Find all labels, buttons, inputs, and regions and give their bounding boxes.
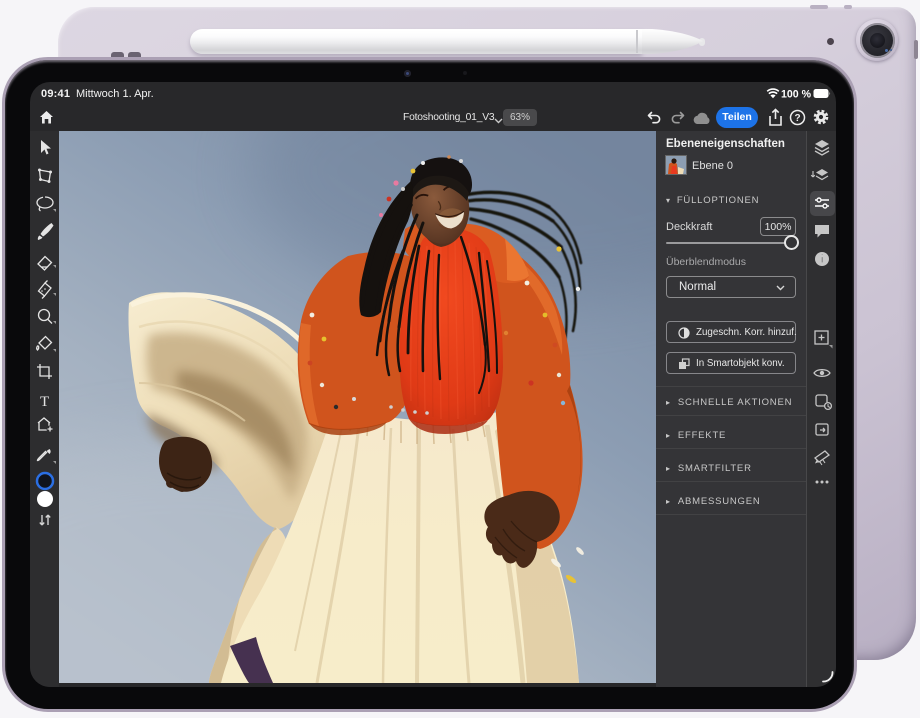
svg-text:100 %: 100 % bbox=[781, 89, 812, 101]
svg-text:T: T bbox=[40, 394, 49, 410]
svg-text:?: ? bbox=[795, 113, 801, 124]
